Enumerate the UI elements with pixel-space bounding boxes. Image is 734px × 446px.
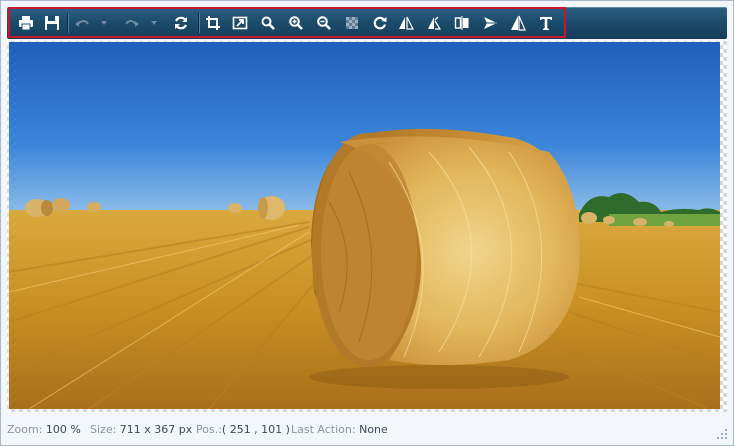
zoom-in-button[interactable] [287,14,305,32]
last-action-value: None [359,423,388,436]
text-icon [540,17,552,30]
last-action-label: Last Action: [291,423,356,436]
hay-bale-photo [9,42,720,409]
redo-dropdown-caret[interactable] [151,21,157,25]
mirror-icon [454,16,469,30]
image-editor-window: Zoom: 100 % Size: 711 x 367 px Pos.:( 25… [0,0,734,446]
mirror-button[interactable] [453,14,471,32]
redo-button[interactable] [123,14,141,32]
image-canvas[interactable] [9,42,720,409]
size-value: 711 x 367 px [119,423,193,436]
position-label: Pos.: [196,423,222,436]
zoom-in-icon [289,16,303,30]
magnifier-icon [261,16,275,30]
print-button[interactable] [17,14,35,32]
resize-button[interactable] [231,14,249,32]
toolbar [7,7,727,39]
reset-button[interactable] [172,14,190,32]
redo-icon [125,20,139,27]
adjust-button[interactable] [509,14,527,32]
refresh-icon [175,16,187,30]
triangle-icon [511,15,526,31]
flip-horizontal-button[interactable] [397,14,415,32]
rotate-button[interactable] [371,14,389,32]
zoom-out-button[interactable] [315,14,333,32]
undo-dropdown-caret[interactable] [101,21,107,25]
status-bar: Zoom: 100 % Size: 711 x 367 px Pos.:( 25… [1,419,733,441]
text-button[interactable] [537,14,555,32]
resize-icon [232,16,248,30]
send-button[interactable] [481,14,499,32]
position-status: Pos.:( 251 , 101 ) [196,419,290,441]
flip-vertical-icon [428,16,442,30]
flip-vertical-button[interactable] [425,14,443,32]
last-action-status: Last Action: None [291,419,388,441]
crop-icon [206,16,220,30]
flip-horizontal-icon [399,16,414,30]
zoom-label: Zoom: [7,423,43,436]
printer-icon [19,16,33,31]
rotate-icon [373,16,387,30]
zoom-value: 100 % [45,423,81,436]
floppy-disk-icon [45,16,59,30]
zoom-out-icon [317,16,331,30]
paper-plane-icon [484,17,497,29]
crop-button[interactable] [204,14,222,32]
resize-grip-icon[interactable] [717,429,727,439]
size-status: Size: 711 x 367 px [90,419,192,441]
position-value: ( 251 , 101 ) [221,423,290,436]
transparency-button[interactable] [343,14,361,32]
size-label: Size: [90,423,117,436]
zoom-button[interactable] [259,14,277,32]
undo-icon [75,20,89,27]
checkerboard-icon [346,17,358,29]
undo-button[interactable] [73,14,91,32]
save-button[interactable] [43,14,61,32]
zoom-status: Zoom: 100 % [7,419,81,441]
